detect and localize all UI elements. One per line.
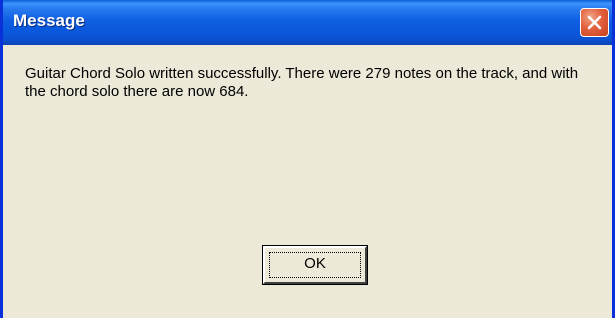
window-title: Message [13,11,85,30]
dialog-body: Guitar Chord Solo written successfully. … [3,45,612,318]
message-text: Guitar Chord Solo written successfully. … [25,65,579,100]
close-icon [587,15,602,30]
close-button[interactable] [580,8,609,37]
message-dialog: Message Guitar Chord Solo written succes… [0,0,615,318]
title-bar[interactable]: Message [3,0,612,45]
ok-button[interactable]: OK [262,245,368,285]
ok-button-label: OK [304,255,326,272]
